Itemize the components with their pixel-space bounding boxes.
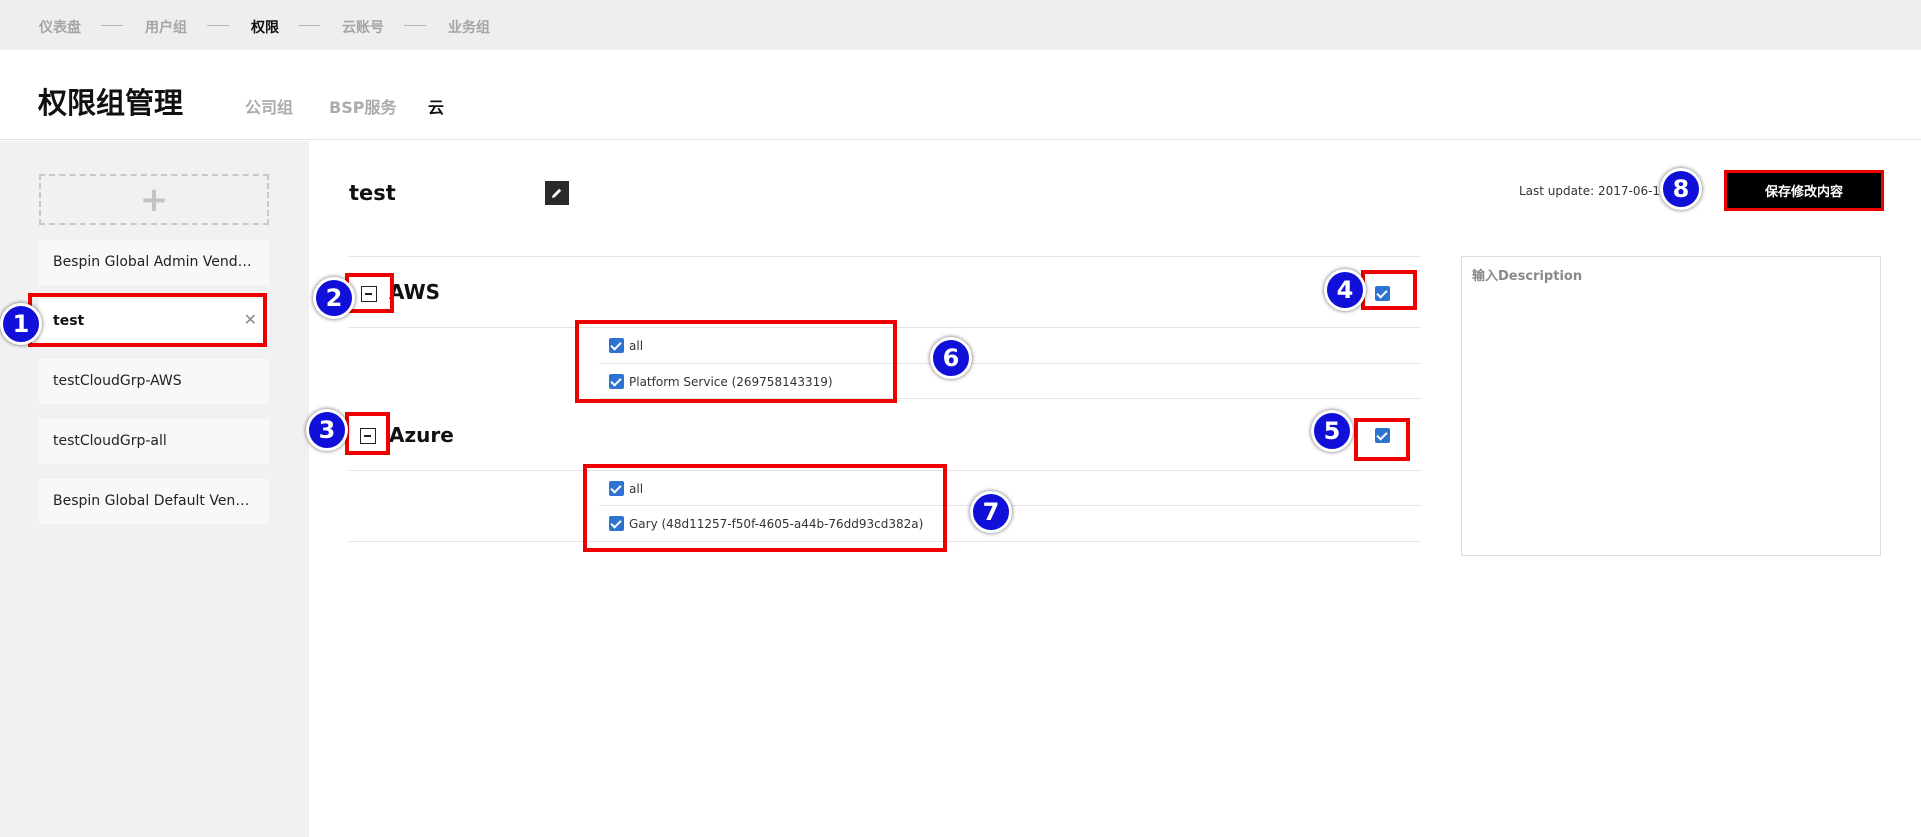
nav-separator — [207, 25, 229, 26]
tab-company-group[interactable]: 公司组 — [245, 94, 293, 118]
save-changes-button[interactable]: 保存修改内容 — [1724, 170, 1884, 211]
group-sidebar: + Bespin Global Admin Vendor··· test ✕ t… — [0, 141, 309, 837]
group-item[interactable]: testCloudGrp-all — [39, 419, 269, 464]
nav-separator — [298, 25, 320, 26]
annotation-box — [1361, 270, 1417, 310]
page-header: 权限组管理 公司组 BSP服务 云 — [0, 50, 1921, 140]
group-item[interactable]: Bespin Global Admin Vendor··· — [39, 240, 269, 285]
annotation-badge: 2 — [313, 277, 355, 319]
group-item[interactable]: testCloudGrp-AWS — [39, 359, 269, 404]
page-title: 权限组管理 — [38, 86, 184, 120]
divider — [349, 256, 1421, 257]
last-update-text: Last update: 2017-06-12 — [1519, 184, 1668, 198]
edit-name-button[interactable] — [545, 181, 569, 205]
add-group-button[interactable]: + — [39, 174, 269, 225]
annotation-badge: 6 — [930, 337, 972, 379]
group-item-label: Bespin Global Admin Vendor··· — [53, 254, 266, 270]
description-placeholder: 输入Description — [1472, 269, 1583, 284]
nav-business-group[interactable]: 业务组 — [448, 17, 490, 37]
annotation-badge: 3 — [306, 409, 348, 451]
nav-permission[interactable]: 权限 — [251, 17, 279, 37]
nav-separator — [404, 25, 426, 26]
group-name-title: test — [349, 181, 396, 205]
top-navigation: 仪表盘 用户组 权限 云账号 业务组 — [0, 0, 1921, 50]
section-title-azure: Azure — [389, 423, 454, 447]
nav-cloud-account[interactable]: 云账号 — [342, 17, 384, 37]
tab-bsp-service[interactable]: BSP服务 — [329, 94, 396, 118]
plus-icon: + — [139, 179, 169, 220]
group-item-label: Bespin Global Default Vendo··· — [53, 493, 267, 509]
annotation-box — [345, 412, 390, 455]
annotation-box — [1354, 418, 1410, 461]
annotation-box — [583, 464, 947, 552]
description-textarea[interactable]: 输入Description — [1461, 256, 1881, 556]
annotation-badge: 4 — [1324, 269, 1366, 311]
group-item[interactable]: Bespin Global Default Vendo··· — [39, 479, 269, 524]
section-title-aws: AWS — [389, 280, 441, 304]
annotation-badge: 1 — [0, 303, 42, 345]
nav-separator — [101, 25, 123, 26]
annotation-box — [575, 320, 897, 403]
annotation-badge: 5 — [1311, 410, 1353, 452]
annotation-badge: 7 — [970, 491, 1012, 533]
pencil-icon — [552, 188, 562, 198]
annotation-badge: 8 — [1660, 168, 1702, 210]
group-item-label: testCloudGrp-AWS — [53, 373, 182, 389]
nav-user-group[interactable]: 用户组 — [145, 17, 187, 37]
tab-cloud[interactable]: 云 — [428, 94, 444, 118]
group-item-label: testCloudGrp-all — [53, 433, 167, 449]
annotation-box — [28, 293, 267, 347]
nav-dashboard[interactable]: 仪表盘 — [39, 17, 81, 37]
